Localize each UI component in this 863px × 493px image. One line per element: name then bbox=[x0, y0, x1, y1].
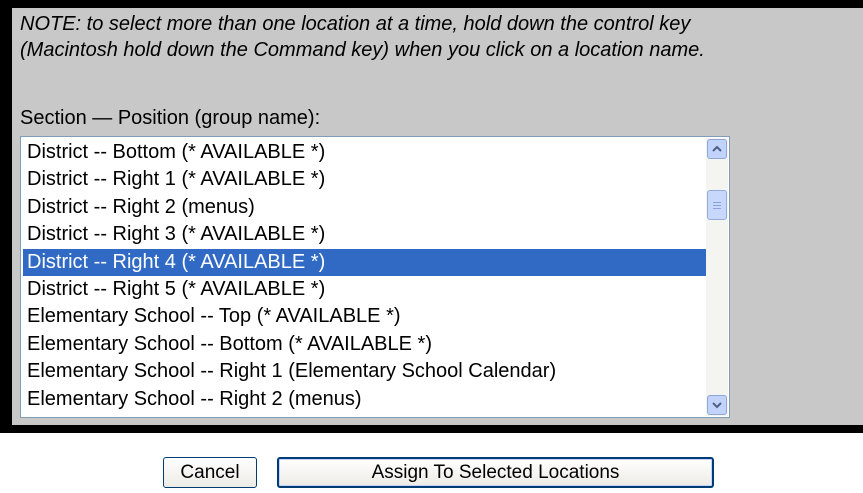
list-item[interactable]: District -- Right 2 (menus) bbox=[23, 194, 707, 221]
assign-to-selected-locations-button[interactable]: Assign To Selected Locations bbox=[277, 457, 714, 488]
list-item[interactable]: District -- Right 5 (* AVAILABLE *) bbox=[23, 276, 707, 303]
cancel-button[interactable]: Cancel bbox=[163, 457, 257, 488]
section-label: Section — Position (group name): bbox=[20, 107, 321, 129]
list-item[interactable]: Elementary School -- Bottom (* AVAILABLE… bbox=[23, 331, 707, 358]
scroll-up-button[interactable] bbox=[707, 139, 727, 159]
location-panel-frame: NOTE: to select more than one location a… bbox=[0, 0, 863, 433]
list-item[interactable]: Elementary School -- Right 1 (Elementary… bbox=[23, 358, 707, 385]
list-item[interactable]: District -- Bottom (* AVAILABLE *) bbox=[23, 139, 707, 166]
location-listbox[interactable]: District -- Bottom (* AVAILABLE *) Distr… bbox=[20, 136, 730, 418]
list-item[interactable]: District -- Right 1 (* AVAILABLE *) bbox=[23, 166, 707, 193]
instruction-note: NOTE: to select more than one location a… bbox=[20, 11, 850, 63]
vertical-scrollbar[interactable] bbox=[706, 138, 728, 416]
list-item[interactable]: Elementary School -- Top (* AVAILABLE *) bbox=[23, 303, 707, 330]
scroll-thumb[interactable] bbox=[707, 190, 727, 220]
location-panel: NOTE: to select more than one location a… bbox=[12, 8, 863, 425]
list-item[interactable]: Elementary School -- Right 2 (menus) bbox=[23, 386, 707, 413]
chevron-up-icon bbox=[712, 145, 722, 152]
note-line-2: (Macintosh hold down the Command key) wh… bbox=[20, 39, 705, 61]
scroll-down-button[interactable] bbox=[707, 395, 727, 415]
list-item[interactable]: District -- Right 3 (* AVAILABLE *) bbox=[23, 221, 707, 248]
chevron-down-icon bbox=[712, 402, 722, 409]
location-list: District -- Bottom (* AVAILABLE *) Distr… bbox=[23, 139, 707, 413]
note-line-1: NOTE: to select more than one location a… bbox=[20, 13, 691, 35]
list-item[interactable]: District -- Right 4 (* AVAILABLE *) bbox=[23, 248, 707, 276]
